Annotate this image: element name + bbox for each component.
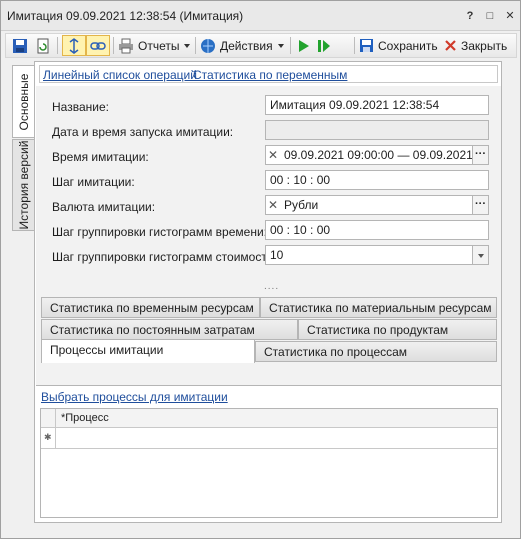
link-icon — [90, 41, 106, 50]
name-label: Название: — [52, 100, 109, 114]
step-icon — [318, 39, 330, 52]
side-tab-history[interactable]: История версий — [12, 139, 34, 231]
play-button[interactable] — [296, 35, 310, 56]
chevron-down-icon — [277, 43, 284, 48]
disk-icon — [360, 39, 373, 52]
refresh-button[interactable] — [35, 35, 51, 56]
help-button[interactable]: ? — [462, 8, 478, 24]
step-button[interactable] — [317, 35, 331, 56]
simulation-window: Имитация 09.09.2021 12:38:54 (Имитация) … — [0, 0, 521, 539]
tab-strip: Статистика по временным ресурсам Статист… — [36, 291, 501, 385]
tab-fixed-costs[interactable]: Статистика по постоянным затратам — [41, 319, 298, 340]
actions-label: Действия — [220, 38, 273, 53]
expand-icon — [69, 37, 79, 54]
currency-label: Валюта имитации: — [52, 200, 156, 214]
process-column-header[interactable]: *Процесс — [61, 412, 109, 424]
expand-button[interactable] — [62, 35, 86, 56]
tab-simulation-processes[interactable]: Процессы имитации — [41, 339, 255, 363]
simulation-processes-content: Выбрать процессы для имитации *Процесс ✱ — [36, 385, 501, 522]
name-field[interactable]: Имитация 09.09.2021 12:38:54 — [265, 95, 489, 115]
sim-step-field[interactable]: 00 : 10 : 00 — [265, 170, 489, 190]
close-x-icon — [445, 40, 456, 51]
select-processes-link[interactable]: Выбрать процессы для имитации — [41, 390, 228, 404]
printer-icon — [119, 38, 133, 53]
reports-menu[interactable]: Отчеты — [118, 35, 191, 56]
side-tab-history-label: История версий — [16, 140, 31, 230]
link-button[interactable] — [86, 35, 110, 56]
chevron-down-icon[interactable] — [472, 246, 488, 264]
cost-hist-step-field[interactable]: 10 — [265, 245, 489, 265]
globe-icon — [201, 38, 215, 53]
ellipsis-button[interactable]: ··· — [472, 196, 488, 214]
actions-menu[interactable]: Действия — [200, 35, 284, 56]
chevron-down-icon — [184, 43, 191, 48]
clear-icon[interactable]: ✕ — [268, 146, 278, 164]
window-title: Имитация 09.09.2021 12:38:54 (Имитация) — [7, 9, 244, 23]
save-label: Сохранить — [378, 38, 438, 53]
links-bar: Линейный список операций Статистика по п… — [39, 65, 498, 83]
reports-label: Отчеты — [138, 38, 180, 53]
linear-operations-link[interactable]: Линейный список операций — [43, 68, 197, 82]
tab-time-resources[interactable]: Статистика по временным ресурсам — [41, 297, 260, 318]
cost-hist-step-value: 10 — [270, 248, 284, 262]
start-datetime-label: Дата и время запуска имитации: — [52, 125, 234, 139]
save-icon — [13, 38, 27, 53]
properties-form: Название: Имитация 09.09.2021 12:38:54 Д… — [36, 86, 501, 292]
row-indicator-column — [41, 409, 56, 449]
tab-products[interactable]: Статистика по продуктам — [298, 319, 497, 340]
tab-material-resources[interactable]: Статистика по материальным ресурсам — [260, 297, 497, 318]
close-window-button[interactable]: ✕ — [502, 8, 518, 24]
currency-field[interactable]: ✕ Рубли ··· — [265, 195, 489, 215]
time-hist-step-label: Шаг группировки гистограмм времени: — [52, 225, 267, 239]
main-panel: Линейный список операций Статистика по п… — [34, 61, 502, 523]
side-tab-main[interactable]: Основные — [12, 65, 34, 138]
grid-header: *Процесс — [41, 409, 497, 428]
processes-grid: *Процесс ✱ — [40, 408, 498, 518]
save-icon-button[interactable] — [12, 35, 28, 56]
new-row[interactable]: ✱ — [41, 428, 497, 449]
sim-time-label: Время имитации: — [52, 150, 149, 164]
time-hist-step-field[interactable]: 00 : 10 : 00 — [265, 220, 489, 240]
cost-hist-step-label: Шаг группировки гистограмм стоимости: — [52, 250, 277, 264]
close-label: Закрыть — [461, 38, 508, 53]
toolbar: Отчеты Действия Сохранить Закрыть — [5, 33, 517, 58]
sim-step-label: Шаг имитации: — [52, 175, 135, 189]
close-button[interactable]: Закрыть — [444, 35, 507, 56]
clear-icon[interactable]: ✕ — [268, 196, 278, 214]
currency-value: Рубли — [284, 198, 319, 212]
side-tab-main-label: Основные — [16, 73, 31, 130]
save-button[interactable]: Сохранить — [359, 35, 438, 56]
refresh-icon — [37, 38, 49, 53]
title-bar: Имитация 09.09.2021 12:38:54 (Имитация) … — [1, 1, 520, 31]
ellipsis-button[interactable]: ··· — [472, 146, 488, 164]
play-icon — [299, 39, 309, 52]
tab-process-stats[interactable]: Статистика по процессам — [255, 341, 497, 362]
maximize-button[interactable]: □ — [482, 8, 498, 24]
start-datetime-field — [265, 120, 489, 140]
sim-time-field[interactable]: ✕ 09.09.2021 09:00:00 — 09.09.2021 1 ··· — [265, 145, 489, 165]
variable-stats-link[interactable]: Статистика по переменным — [193, 68, 347, 82]
sim-time-value: 09.09.2021 09:00:00 — 09.09.2021 1 — [284, 148, 483, 162]
